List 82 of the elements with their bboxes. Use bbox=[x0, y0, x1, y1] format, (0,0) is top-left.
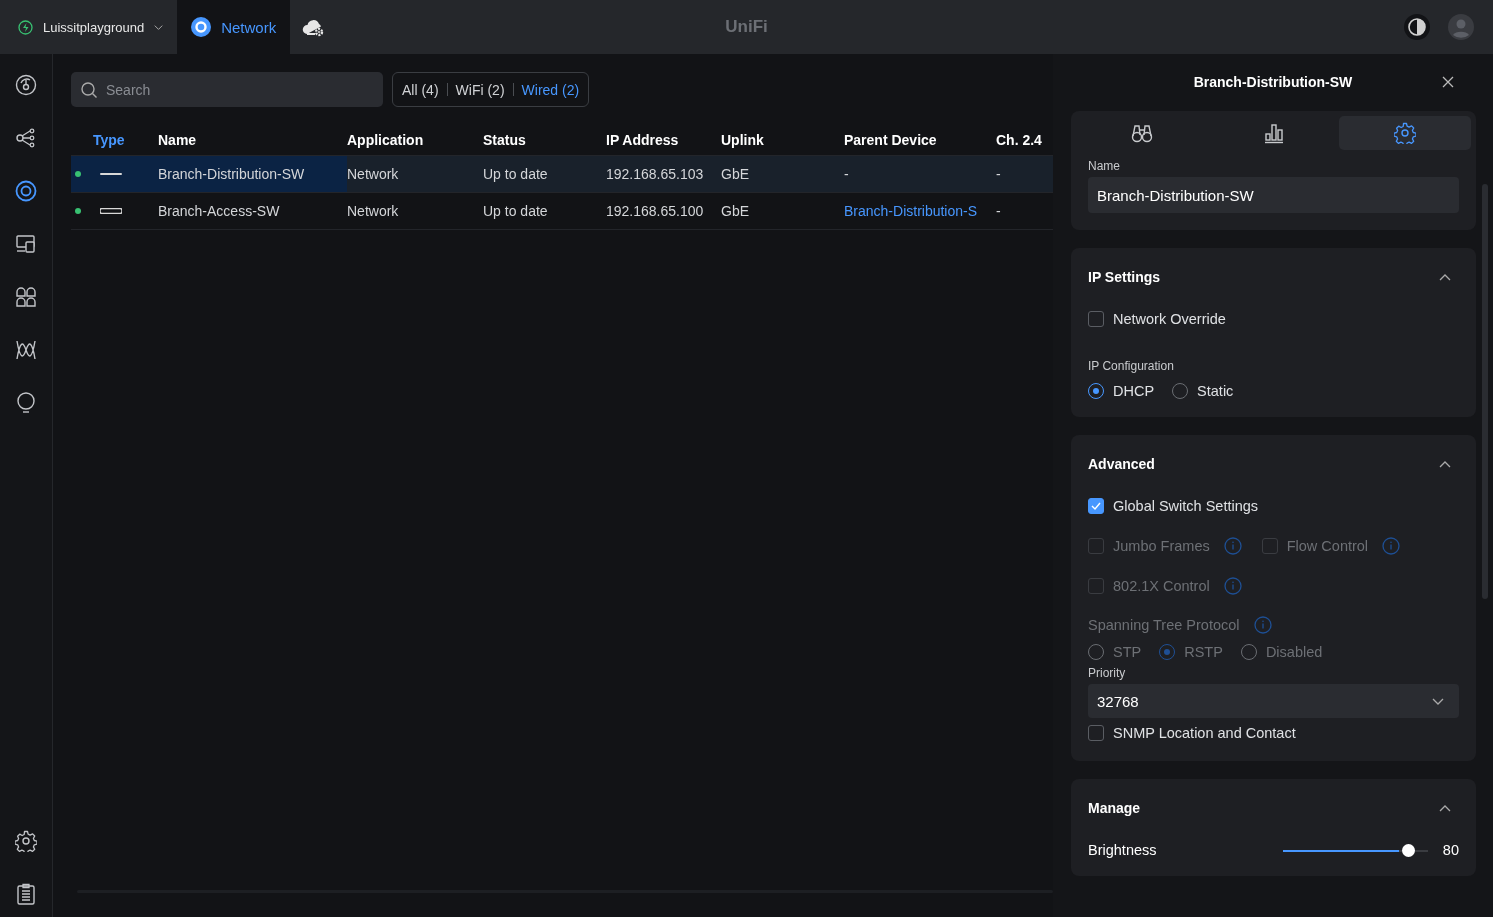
table-cell-text: Branch-Access-SW bbox=[158, 202, 281, 221]
parent-link[interactable]: Branch-Distribution-S bbox=[844, 203, 978, 219]
table-cell: - bbox=[844, 166, 849, 182]
cloud-gear-icon[interactable] bbox=[302, 17, 325, 37]
ring-icon bbox=[191, 17, 212, 37]
settings-icon bbox=[1394, 122, 1417, 144]
chevron-down-icon bbox=[154, 22, 164, 32]
scrollbar[interactable] bbox=[1482, 184, 1488, 599]
table-cell-text: Network bbox=[347, 165, 400, 184]
group-label: Spanning Tree Protocol bbox=[1088, 617, 1240, 633]
chevron-up-icon[interactable] bbox=[1439, 459, 1451, 469]
table-cell-text: GbE bbox=[721, 202, 750, 221]
switch-icon bbox=[100, 208, 122, 214]
panel-tab[interactable] bbox=[1339, 116, 1471, 150]
select-field[interactable]: 32768 bbox=[1088, 684, 1459, 718]
chevron-down-icon bbox=[1432, 696, 1444, 706]
app-tab[interactable]: Network bbox=[177, 0, 291, 54]
column-header[interactable]: Parent Device bbox=[844, 125, 996, 155]
filter-tab[interactable]: Wired (2) bbox=[521, 81, 580, 98]
checkbox[interactable]: SNMP Location and Contact bbox=[1088, 725, 1296, 741]
field-label: Name bbox=[1088, 159, 1121, 173]
binoculars-icon bbox=[1130, 122, 1153, 144]
table-cell-text: 192.168.65.103 bbox=[606, 165, 705, 184]
settings-icon[interactable] bbox=[15, 830, 37, 852]
bar-chart-icon bbox=[1262, 122, 1285, 144]
column-header[interactable]: Uplink bbox=[721, 125, 844, 155]
panel-title: Branch-Distribution-SW bbox=[1193, 74, 1353, 90]
site-selector[interactable]: Luissitplayground bbox=[0, 0, 178, 54]
table-row[interactable]: Branch-Distribution-SW Network Up to date 192.168.65.103 GbE - - bbox=[71, 156, 1053, 193]
logo: UniFi bbox=[725, 17, 768, 37]
checkmark-icon bbox=[1090, 500, 1102, 512]
checkbox[interactable]: Global Switch Settings bbox=[1088, 498, 1259, 514]
devices-icon[interactable] bbox=[15, 233, 37, 255]
table-cell-text: Network bbox=[347, 202, 400, 221]
wave-icon[interactable] bbox=[15, 339, 37, 361]
name-field[interactable]: Branch-Distribution-SW bbox=[1088, 177, 1459, 213]
column-header[interactable]: Type bbox=[93, 125, 158, 155]
close-icon[interactable] bbox=[1442, 76, 1454, 88]
checkbox: 802.1X Control bbox=[1088, 578, 1210, 594]
section-title: Manage bbox=[1088, 800, 1141, 816]
slider-value: 80 bbox=[1442, 842, 1459, 858]
table-cell: Branch-Distribution-SW bbox=[158, 156, 347, 192]
column-header[interactable]: Ch. 2.4 bbox=[996, 125, 1053, 155]
chevron-up-icon[interactable] bbox=[1439, 803, 1451, 813]
column-header[interactable]: Name bbox=[158, 125, 347, 155]
contrast-icon[interactable] bbox=[1404, 14, 1430, 40]
table-cell-text: GbE bbox=[721, 165, 750, 184]
bulb-icon[interactable] bbox=[15, 392, 37, 414]
chevron-up-icon[interactable] bbox=[1439, 272, 1451, 282]
checkbox: Jumbo Frames bbox=[1088, 538, 1210, 554]
bolt-icon bbox=[18, 19, 33, 35]
field-label: IP Configuration bbox=[1088, 359, 1175, 373]
section-title: Advanced bbox=[1088, 456, 1155, 472]
radio-button[interactable]: DHCP bbox=[1088, 383, 1155, 399]
table-cell-text: 192.168.65.100 bbox=[606, 202, 705, 221]
checkbox: Flow Control bbox=[1261, 538, 1369, 554]
table-cell-text: Up to date bbox=[483, 165, 549, 184]
radio-button: RSTP bbox=[1159, 644, 1223, 660]
section-title: IP Settings bbox=[1088, 269, 1161, 285]
column-header[interactable]: Status bbox=[483, 125, 606, 155]
column-header[interactable]: Application bbox=[347, 125, 483, 155]
ring-icon[interactable] bbox=[15, 180, 37, 202]
grid-icon[interactable] bbox=[15, 286, 37, 308]
checkbox[interactable]: Network Override bbox=[1088, 311, 1226, 327]
slider-thumb[interactable] bbox=[1401, 843, 1415, 857]
table-cell-text: - bbox=[996, 202, 1002, 221]
site-name: Luissitplayground bbox=[43, 19, 145, 35]
radio-button: Disabled bbox=[1240, 644, 1323, 660]
search-field[interactable]: Search bbox=[71, 72, 383, 107]
radio-button: STP bbox=[1088, 644, 1142, 660]
topology-icon[interactable] bbox=[15, 127, 37, 149]
slider-label: Brightness bbox=[1088, 842, 1158, 858]
radio-button[interactable]: Static bbox=[1172, 383, 1234, 399]
search-icon bbox=[81, 82, 97, 98]
table-cell-text: - bbox=[996, 165, 1002, 184]
gauge-icon[interactable] bbox=[15, 74, 37, 96]
table-cell-text: Up to date bbox=[483, 202, 549, 221]
filter-tab[interactable]: WiFi (2) bbox=[455, 81, 505, 98]
field-label: Priority bbox=[1088, 666, 1127, 680]
clipboard-icon[interactable] bbox=[15, 883, 37, 905]
filter-tab[interactable]: All (4) bbox=[402, 81, 439, 98]
column-header[interactable]: IP Address bbox=[606, 125, 721, 155]
